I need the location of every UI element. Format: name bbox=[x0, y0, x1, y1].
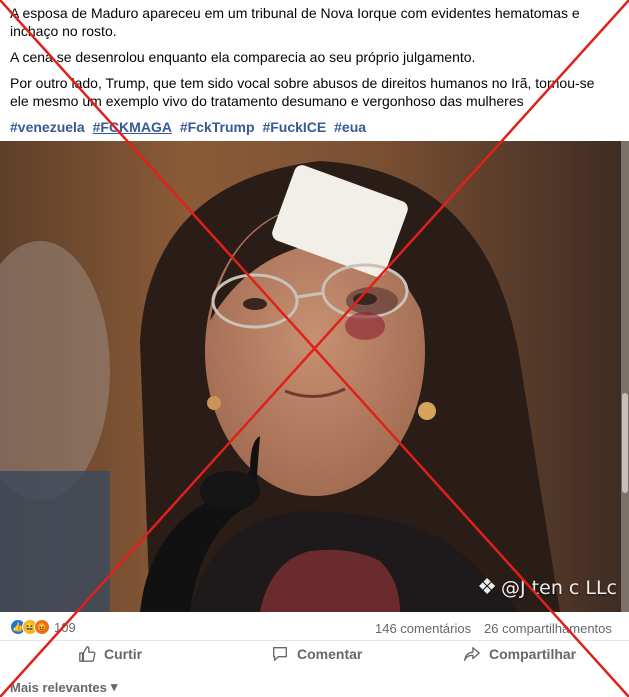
caret-down-icon: ▾ bbox=[110, 679, 118, 694]
reaction-summary[interactable]: 👍 😆 😡 109 bbox=[10, 619, 76, 635]
photo-scrollbar[interactable] bbox=[621, 141, 629, 612]
like-button[interactable]: Curtir bbox=[78, 645, 142, 663]
action-bar: Curtir Comentar Compartilhar bbox=[0, 643, 629, 671]
comment-button[interactable]: Comentar bbox=[271, 645, 362, 663]
share-arrow-icon bbox=[464, 647, 480, 661]
hashtag-fckmaga[interactable]: #FCKMAGA bbox=[93, 119, 172, 135]
facebook-post: A esposa de Maduro apareceu em um tribun… bbox=[0, 0, 629, 697]
share-button-label: Compartilhar bbox=[489, 646, 577, 662]
watermark: ❖ @J ten c LLc bbox=[477, 575, 617, 600]
hashtag-venezuela[interactable]: #venezuela bbox=[10, 119, 85, 135]
diamond-logo-icon: ❖ bbox=[477, 575, 498, 600]
scrollbar-thumb[interactable] bbox=[622, 393, 628, 493]
speech-bubble-icon bbox=[273, 647, 287, 661]
hashtag-eua[interactable]: #eua bbox=[334, 119, 366, 135]
post-paragraph-2: A cena se desenrolou enquanto ela compar… bbox=[10, 49, 476, 65]
share-button[interactable]: Compartilhar bbox=[463, 645, 576, 663]
comment-sort-dropdown[interactable]: Mais relevantes ▾ bbox=[10, 679, 117, 695]
hashtag-fcktrump[interactable]: #FckTrump bbox=[180, 119, 255, 135]
post-stats: 👍 😆 😡 109 146 comentários 26 compartilha… bbox=[10, 619, 620, 639]
hashtag-list: #venezuela #FCKMAGA #FckTrump #FuckICE #… bbox=[10, 118, 616, 136]
like-button-label: Curtir bbox=[104, 646, 143, 662]
comment-button-label: Comentar bbox=[297, 646, 363, 662]
woman-portrait-illustration bbox=[0, 141, 629, 612]
reaction-count: 109 bbox=[54, 619, 76, 635]
post-paragraph-3: Por outro lado, Trump, que tem sido voca… bbox=[10, 75, 595, 109]
comment-sort-label: Mais relevantes bbox=[10, 679, 107, 695]
comments-count[interactable]: 146 comentários bbox=[375, 621, 471, 636]
post-text: A esposa de Maduro apareceu em um tribun… bbox=[10, 4, 616, 136]
angry-reaction-icon: 😡 bbox=[34, 619, 50, 635]
post-paragraph-1: A esposa de Maduro apareceu em um tribun… bbox=[10, 5, 580, 39]
shares-count[interactable]: 26 compartilhamentos bbox=[484, 621, 612, 636]
post-photo[interactable]: ❖ @J ten c LLc bbox=[0, 141, 629, 612]
hashtag-fuckice[interactable]: #FuckICE bbox=[262, 119, 326, 135]
divider bbox=[0, 640, 629, 641]
thumbs-up-icon bbox=[79, 646, 96, 662]
watermark-text: @J ten c LLc bbox=[501, 576, 617, 599]
